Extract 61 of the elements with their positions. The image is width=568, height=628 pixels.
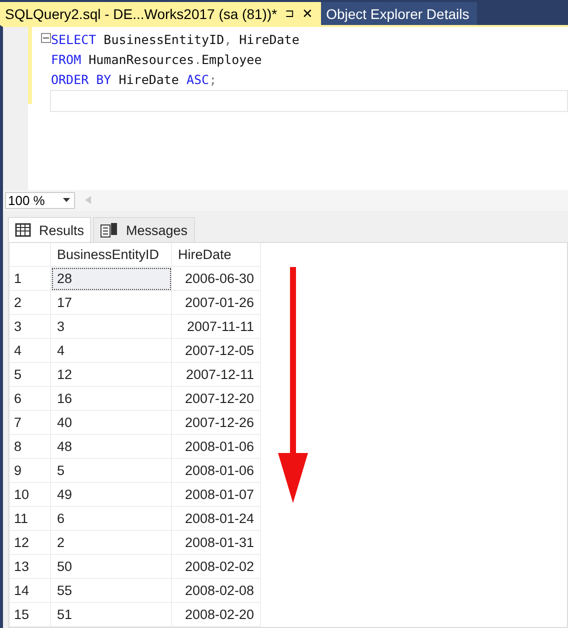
table-cell[interactable]: 55 <box>50 578 172 602</box>
row-number: 15 <box>10 602 50 626</box>
row-number: 6 <box>10 386 50 410</box>
close-button[interactable]: ✕ <box>302 6 314 22</box>
dropdown-arrow-icon <box>63 198 70 202</box>
result-tab[interactable]: Messages <box>93 217 195 242</box>
zoom-dropdown[interactable]: 100 % <box>5 192 75 209</box>
table-cell[interactable]: 3 <box>50 314 172 338</box>
table-cell[interactable]: 12 <box>50 362 172 386</box>
column-header[interactable]: HireDate <box>172 243 260 266</box>
table-cell[interactable]: 2008-01-06 <box>172 458 260 482</box>
table-cell[interactable]: 2006-06-30 <box>172 266 260 290</box>
table-cell[interactable]: 49 <box>50 482 172 506</box>
collapse-icon[interactable] <box>41 33 51 44</box>
row-number: 2 <box>10 290 50 314</box>
table-cell[interactable]: 2007-12-26 <box>172 410 260 434</box>
table-cell[interactable]: 2007-12-11 <box>172 362 260 386</box>
pin-button[interactable]: ⊐ <box>285 7 294 20</box>
row-number: 11 <box>10 506 50 530</box>
messages-icon <box>100 222 118 238</box>
row-number: 12 <box>10 530 50 554</box>
table-cell[interactable]: 2 <box>50 530 172 554</box>
table-cell[interactable]: 16 <box>50 386 172 410</box>
row-number: 3 <box>10 314 50 338</box>
table-cell[interactable]: 48 <box>50 434 172 458</box>
table-cell[interactable]: 2008-01-07 <box>172 482 260 506</box>
table-cell[interactable]: 2007-11-11 <box>172 314 260 338</box>
code-line: SELECT BusinessEntityID, HireDate <box>51 31 300 50</box>
table-cell[interactable]: 2008-01-06 <box>172 434 260 458</box>
table-cell[interactable]: 6 <box>50 506 172 530</box>
row-number: 13 <box>10 554 50 578</box>
row-number: 4 <box>10 338 50 362</box>
table-cell[interactable]: 40 <box>50 410 172 434</box>
code-line: FROM HumanResources.Employee <box>51 51 263 70</box>
grid-icon <box>15 223 31 237</box>
tab-title[interactable]: SQLQuery2.sql - DE...Works2017 (sa (81))* <box>5 6 278 22</box>
table-cell[interactable]: 2007-12-05 <box>172 338 260 362</box>
table-cell[interactable]: 2008-02-08 <box>172 578 260 602</box>
row-number: 8 <box>10 434 50 458</box>
row-number: 9 <box>10 458 50 482</box>
table-cell[interactable]: 2007-12-20 <box>172 386 260 410</box>
code-line: ORDER BY HireDate ASC; <box>51 71 218 90</box>
tab-title[interactable]: Object Explorer Details <box>326 6 470 22</box>
table-cell[interactable]: 2007-01-26 <box>172 290 260 314</box>
table-cell[interactable]: 2008-01-24 <box>172 506 260 530</box>
table-cell[interactable]: 17 <box>50 290 172 314</box>
table-cell[interactable]: 50 <box>50 554 172 578</box>
document-tab[interactable]: SQLQuery2.sql - DE...Works2017 (sa (81))* ⊐ ✕ <box>0 2 322 26</box>
document-tab[interactable]: Object Explorer Details <box>321 2 478 26</box>
table-cell[interactable]: 2008-01-31 <box>172 530 260 554</box>
table-cell[interactable]: 2008-02-02 <box>172 554 260 578</box>
table-cell[interactable]: 2008-02-20 <box>172 602 260 626</box>
result-tab[interactable]: Results <box>8 217 92 242</box>
table-cell[interactable]: 5 <box>50 458 172 482</box>
row-number: 7 <box>10 410 50 434</box>
table-cell[interactable]: 51 <box>50 602 172 626</box>
row-number: 10 <box>10 482 50 506</box>
row-number: 14 <box>10 578 50 602</box>
table-cell[interactable]: 4 <box>50 338 172 362</box>
row-number: 5 <box>10 362 50 386</box>
table-cell[interactable]: 28 <box>50 266 172 290</box>
